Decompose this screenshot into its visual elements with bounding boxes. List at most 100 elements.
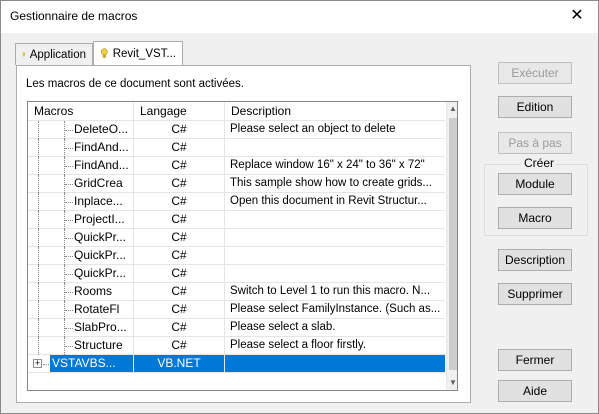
macro-name: Structure	[74, 338, 123, 352]
macro-button[interactable]: Macro	[498, 207, 572, 229]
edition-button[interactable]: Edition	[498, 96, 572, 118]
module-description	[225, 355, 445, 373]
tree-line	[38, 193, 39, 211]
tree-line	[38, 121, 39, 139]
fermer-button[interactable]: Fermer	[498, 349, 572, 371]
macro-language: C#	[134, 265, 225, 283]
macro-description: Open this document in Revit Structur...	[225, 193, 445, 211]
lightbulb-icon	[22, 52, 26, 57]
module-button[interactable]: Module	[498, 173, 572, 195]
macro-name-cell: GridCrea	[28, 175, 134, 193]
executer-button[interactable]: Exécuter	[498, 62, 572, 84]
macro-name-cell: QuickPr...	[28, 247, 134, 265]
macro-manager-dialog: Gestionnaire de macros ✕ Application Rev…	[0, 0, 599, 414]
tree-line	[65, 328, 73, 329]
macro-language: C#	[134, 157, 225, 175]
macro-language: C#	[134, 139, 225, 157]
macro-name-cell: QuickPr...	[28, 265, 134, 283]
close-icon[interactable]: ✕	[565, 4, 589, 28]
macro-description: Replace window 16" x 24" to 36" x 72"	[225, 157, 445, 175]
macro-row[interactable]: Rooms C# Switch to Level 1 to run this mac…	[28, 283, 445, 301]
tree-line	[65, 256, 73, 257]
tree-line	[38, 337, 39, 355]
description-button[interactable]: Description	[498, 249, 572, 271]
module-name-cell: + VSTAVBS...	[28, 355, 134, 373]
tree-line	[65, 166, 73, 167]
macro-row[interactable]: ProjectI... C#	[28, 211, 445, 229]
tab-label: Revit_VST...	[112, 47, 176, 60]
macro-name-cell: FindAnd...	[28, 157, 134, 175]
tree-line	[65, 130, 73, 131]
macros-status-text: Les macros de ce document sont activées.	[26, 78, 244, 90]
macro-name: Inplace...	[74, 194, 123, 208]
macro-language: C#	[134, 337, 225, 355]
macro-language: C#	[134, 229, 225, 247]
macro-row[interactable]: Structure C# Please select a floor firstly…	[28, 337, 445, 355]
macro-description: Please select an object to delete	[225, 121, 445, 139]
macro-row[interactable]: QuickPr... C#	[28, 265, 445, 283]
tree-line	[65, 202, 73, 203]
tree-line	[65, 346, 73, 347]
tree-line	[65, 238, 73, 239]
tree-line	[38, 175, 39, 193]
macro-name-cell: DeleteO...	[28, 121, 134, 139]
macro-name: FindAnd...	[74, 140, 129, 154]
macro-description	[225, 265, 445, 283]
macro-name: DeleteO...	[74, 122, 129, 136]
macro-row[interactable]: DeleteO... C# Please select an object to d…	[28, 121, 445, 139]
macro-row[interactable]: RotateFl C# Please select FamilyInstance. …	[28, 301, 445, 319]
macro-description	[225, 139, 445, 157]
expand-plus-icon[interactable]: +	[33, 359, 42, 368]
macro-name: GridCrea	[74, 176, 123, 190]
tree-line	[38, 139, 39, 157]
macro-name: QuickPr...	[74, 248, 127, 262]
macro-name-cell: Inplace...	[28, 193, 134, 211]
macro-name: FindAnd...	[74, 158, 129, 172]
macro-description: Please select FamilyInstance. (Such as..…	[225, 301, 445, 319]
macro-row[interactable]: FindAnd... C#	[28, 139, 445, 157]
macro-row[interactable]: Inplace... C# Open this document in Revit …	[28, 193, 445, 211]
tree-line	[38, 265, 39, 283]
tree-line	[38, 211, 39, 229]
macro-name-cell: Structure	[28, 337, 134, 355]
module-row-selected[interactable]: + VSTAVBS... VB.NET	[28, 355, 445, 373]
scroll-down-arrow-icon[interactable]: ▼	[447, 376, 457, 390]
tree-line	[38, 229, 39, 247]
tree-line	[38, 283, 39, 301]
scrollbar-thumb[interactable]	[449, 118, 457, 370]
tree-line	[38, 157, 39, 175]
column-header-description[interactable]: Description	[225, 102, 445, 120]
macro-tree[interactable]: Macros Langage Description DeleteO... C# P…	[27, 101, 458, 391]
module-language: VB.NET	[134, 355, 225, 373]
tree-line	[43, 364, 49, 365]
macro-row[interactable]: GridCrea C# This sample show how to create…	[28, 175, 445, 193]
column-header-macros[interactable]: Macros	[28, 102, 134, 120]
macro-row[interactable]: SlabPro... C# Please select a slab.	[28, 319, 445, 337]
macro-row[interactable]: FindAnd... C# Replace window 16" x 24" to …	[28, 157, 445, 175]
macro-description: Please select a slab.	[225, 319, 445, 337]
tree-line	[38, 301, 39, 319]
column-header-langage[interactable]: Langage	[134, 102, 225, 120]
macro-language: C#	[134, 283, 225, 301]
tab-application[interactable]: Application	[15, 43, 93, 65]
macro-name-cell: SlabPro...	[28, 319, 134, 337]
scroll-up-arrow-icon[interactable]: ▲	[447, 102, 457, 116]
macro-language: C#	[134, 301, 225, 319]
pas-a-pas-button[interactable]: Pas à pas	[498, 132, 572, 154]
macro-name: RotateFl	[74, 302, 120, 316]
macro-name: QuickPr...	[74, 266, 127, 280]
tab-revit-vst[interactable]: Revit_VST...	[93, 41, 183, 65]
macro-description	[225, 229, 445, 247]
macro-row[interactable]: QuickPr... C#	[28, 229, 445, 247]
window-title: Gestionnaire de macros	[10, 9, 138, 23]
vertical-scrollbar[interactable]: ▲ ▼	[446, 102, 457, 390]
supprimer-button[interactable]: Supprimer	[498, 283, 572, 305]
macro-language: C#	[134, 193, 225, 211]
macro-description: This sample show how to create grids...	[225, 175, 445, 193]
macro-name-cell: QuickPr...	[28, 229, 134, 247]
aide-button[interactable]: Aide	[498, 380, 572, 402]
macro-name-cell: FindAnd...	[28, 139, 134, 157]
macro-language: C#	[134, 247, 225, 265]
macro-row[interactable]: QuickPr... C#	[28, 247, 445, 265]
macro-description: Please select a floor firstly.	[225, 337, 445, 355]
